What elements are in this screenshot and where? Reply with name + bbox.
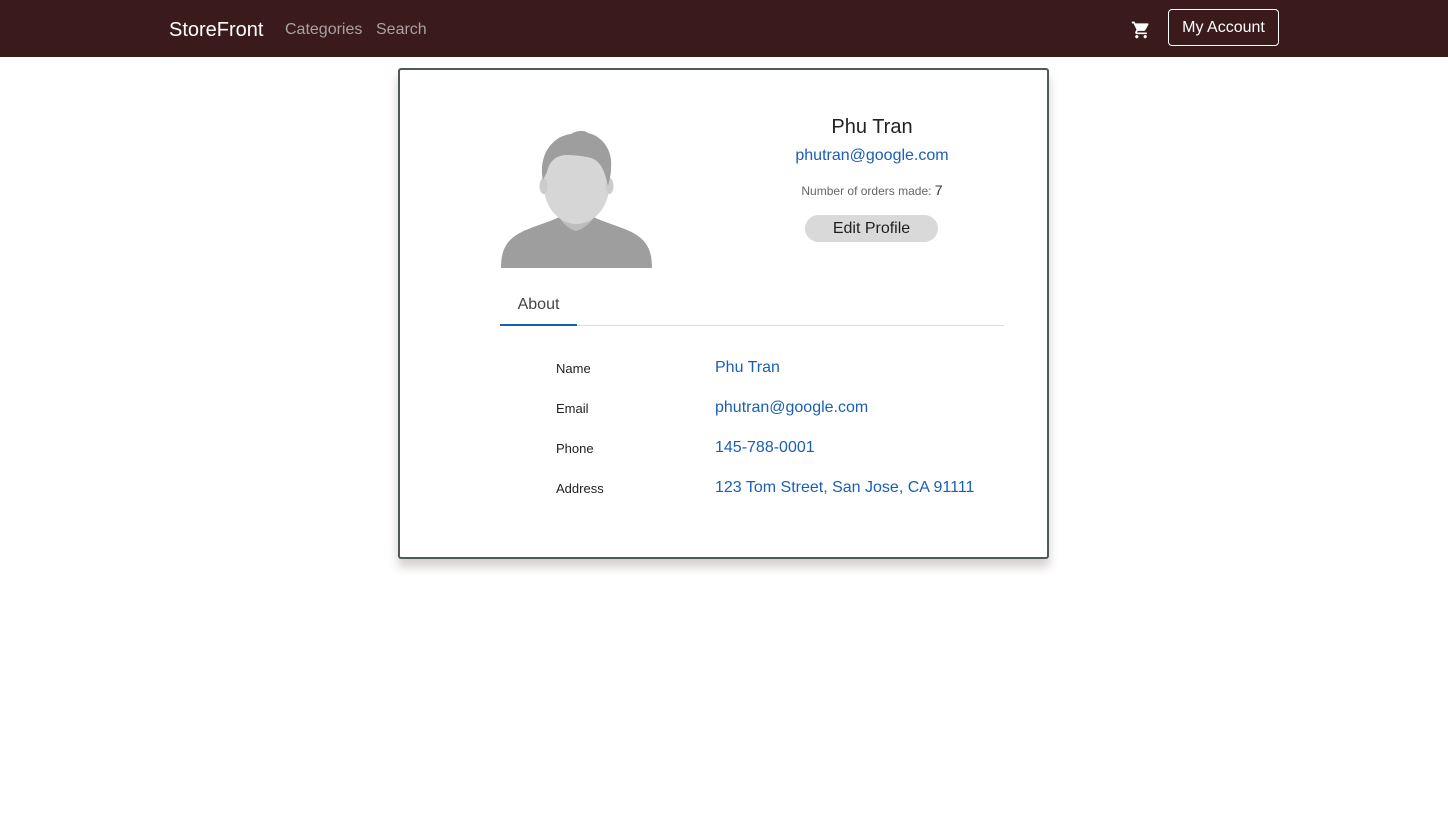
orders-label: Number of orders made: (801, 184, 932, 198)
orders-summary: Number of orders made: 7 (734, 181, 1010, 200)
about-email-value: phutran@google.com (715, 399, 869, 416)
profile-name: Phu Tran (831, 116, 913, 138)
nav-link-search[interactable]: Search (376, 19, 427, 41)
about-phone-value: 145-788-0001 (715, 439, 815, 456)
orders-count: 7 (934, 182, 943, 198)
brand-logo[interactable]: StoreFront (169, 17, 263, 43)
about-name-label: Name (556, 361, 591, 376)
edit-profile-button[interactable]: Edit Profile (805, 215, 938, 242)
nav-link-categories[interactable]: Categories (285, 19, 362, 41)
about-address-value: 123 Tom Street, San Jose, CA 91111 (715, 479, 975, 496)
about-name-value: Phu Tran (715, 359, 780, 376)
tab-about[interactable]: About (500, 293, 577, 326)
about-email-label: Email (556, 401, 589, 416)
top-navbar: StoreFront Categories Search My Account (0, 0, 1448, 57)
profile-card: Phu Tran phutran@google.com Number of or… (398, 68, 1049, 559)
about-phone-label: Phone (556, 441, 594, 456)
shopping-cart-icon[interactable] (1131, 20, 1151, 40)
my-account-button[interactable]: My Account (1168, 9, 1279, 46)
default-user-avatar (501, 130, 652, 268)
profile-email-link[interactable]: phutran@google.com (734, 146, 1010, 166)
about-address-label: Address (556, 481, 604, 496)
